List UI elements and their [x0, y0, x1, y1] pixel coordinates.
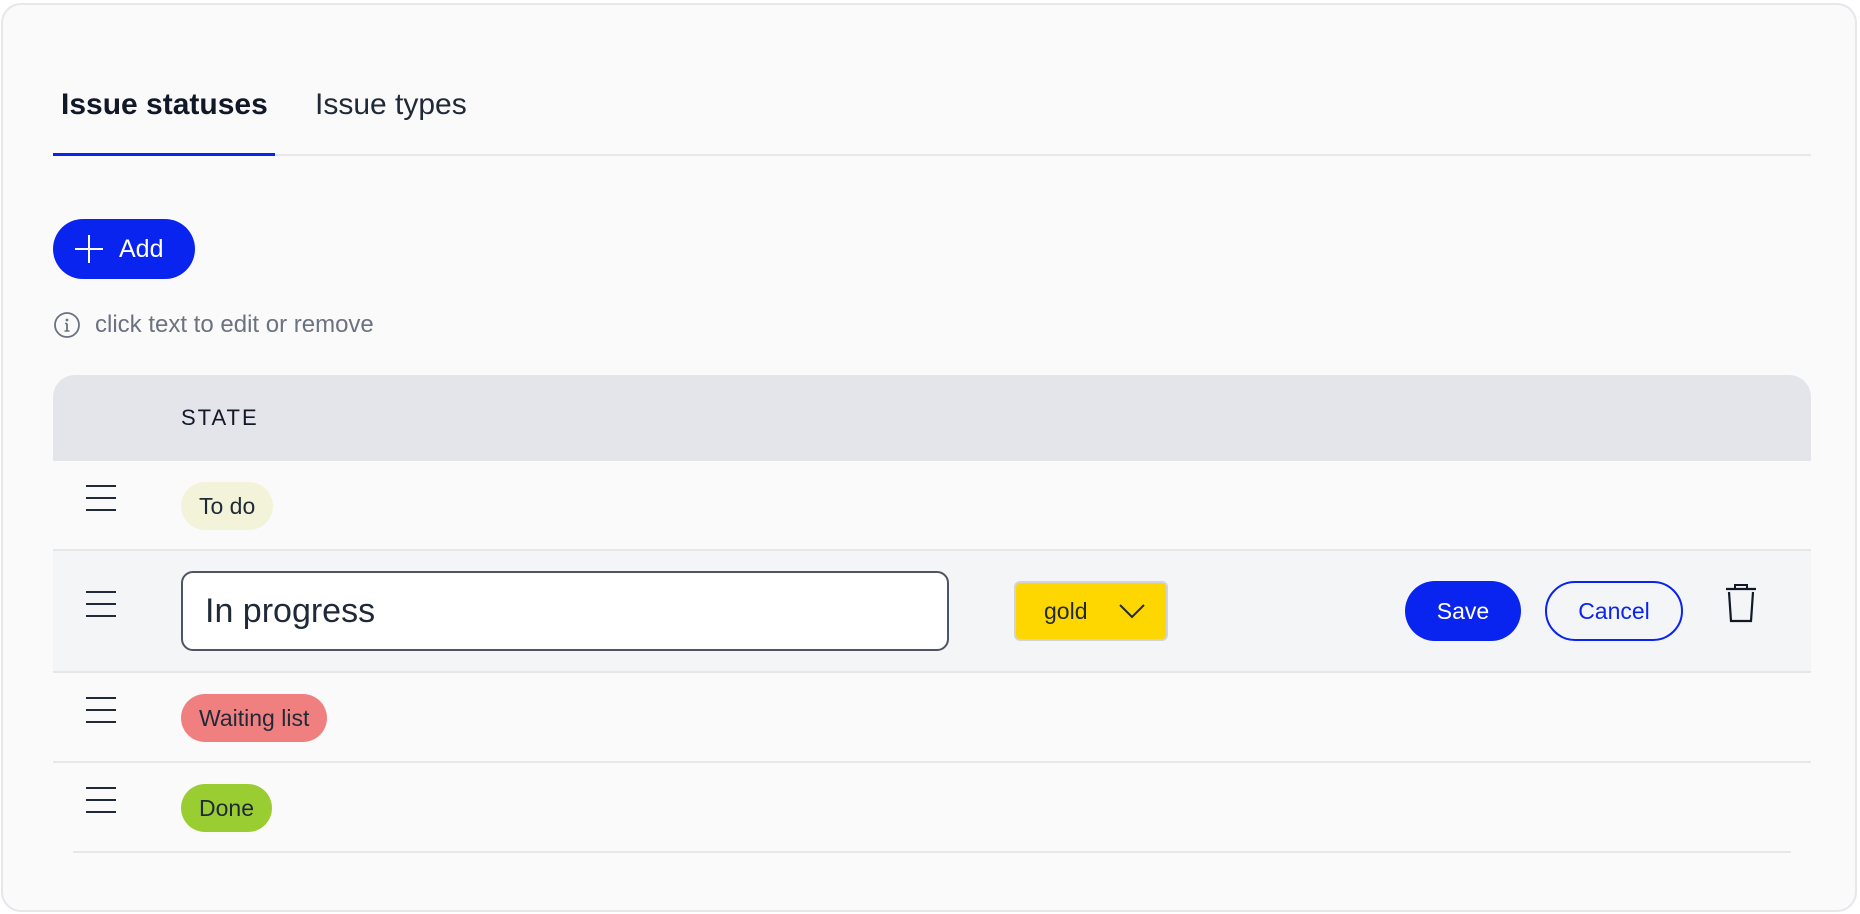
- info-icon: [54, 312, 80, 338]
- tab-issue-types[interactable]: Issue types: [315, 87, 467, 123]
- edit-hint-text: click text to edit or remove: [95, 311, 374, 338]
- table-header: STATE: [53, 375, 1811, 461]
- edit-hint: click text to edit or remove: [53, 311, 374, 339]
- tab-bar: Issue statuses Issue types: [53, 75, 1811, 156]
- status-badge[interactable]: Done: [181, 784, 272, 832]
- status-badge[interactable]: Waiting list: [181, 694, 328, 742]
- status-badge[interactable]: To do: [181, 482, 274, 530]
- chevron-down-icon: [1119, 604, 1145, 619]
- active-tab-indicator: [53, 153, 275, 156]
- trash-icon[interactable]: [1723, 583, 1759, 623]
- cancel-button[interactable]: Cancel: [1545, 581, 1683, 641]
- color-select-value: gold: [1044, 597, 1088, 624]
- table-row-editing: gold Save Cancel: [53, 551, 1811, 673]
- table-row: Done: [73, 763, 1791, 853]
- drag-handle-icon[interactable]: [86, 485, 118, 513]
- tab-issue-statuses[interactable]: Issue statuses: [61, 87, 268, 123]
- status-name-input[interactable]: [181, 571, 949, 651]
- plus-icon: [75, 235, 103, 263]
- column-header-state: STATE: [181, 405, 259, 430]
- drag-handle-icon[interactable]: [86, 697, 118, 725]
- drag-handle-icon[interactable]: [86, 787, 118, 815]
- save-button[interactable]: Save: [1405, 581, 1521, 641]
- add-button-label: Add: [119, 234, 164, 263]
- add-button[interactable]: Add: [53, 219, 195, 279]
- settings-card: Issue statuses Issue types Add click tex…: [1, 3, 1857, 912]
- table-row: To do: [53, 461, 1811, 551]
- table-row: Waiting list: [53, 673, 1811, 763]
- color-select[interactable]: gold: [1014, 581, 1168, 641]
- drag-handle-icon[interactable]: [86, 591, 118, 619]
